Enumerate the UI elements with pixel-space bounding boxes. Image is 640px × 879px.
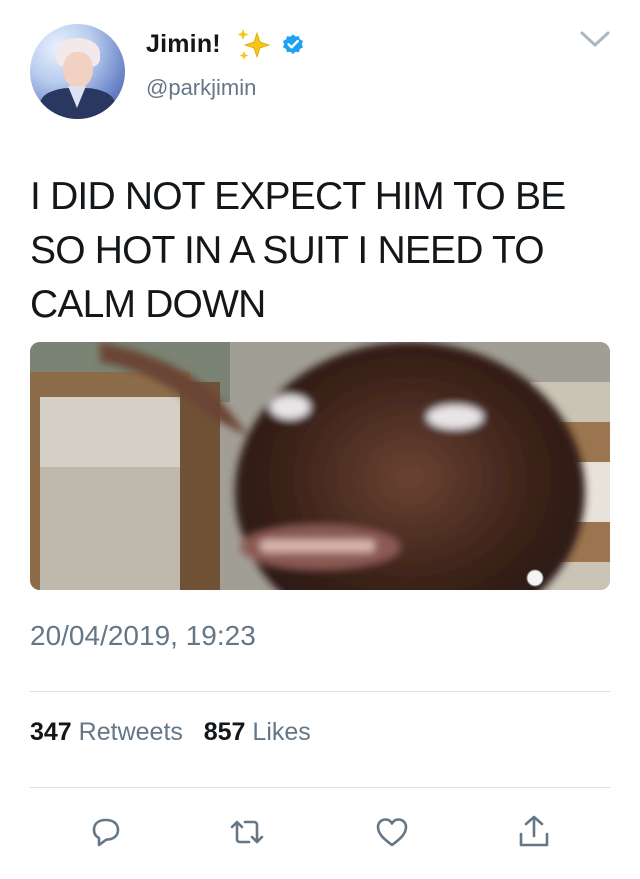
tweet-stats: 347 Retweets 857 Likes [30, 718, 311, 747]
retweet-button[interactable] [227, 812, 267, 852]
reply-icon [92, 818, 120, 847]
share-icon [519, 815, 549, 847]
verified-badge-icon [283, 34, 303, 54]
tweet-text: I DID NOT EXPECT HIM TO BE SO HOT IN A S… [30, 175, 566, 326]
media-photo [30, 342, 610, 590]
retweets-label: Retweets [78, 718, 183, 746]
likes-stat[interactable]: 857 Likes [204, 718, 311, 746]
reply-button[interactable] [86, 812, 126, 852]
sparkles-icon [237, 29, 271, 60]
tweet-timestamp[interactable]: 20/04/2019, 19:23 [30, 620, 256, 652]
avatar[interactable] [30, 24, 125, 119]
bottom-edge [0, 872, 640, 879]
retweets-stat[interactable]: 347 Retweets [30, 718, 190, 746]
user-display-name[interactable]: Jimin! [146, 30, 221, 59]
divider-bottom [30, 787, 610, 788]
chevron-down-icon[interactable] [578, 28, 612, 50]
divider-top [30, 691, 610, 692]
likes-count: 857 [203, 718, 246, 746]
retweets-count: 347 [30, 718, 72, 746]
tweet-media-image[interactable] [30, 342, 610, 590]
heart-icon [376, 818, 408, 847]
like-button[interactable] [372, 812, 412, 852]
user-handle[interactable]: @parkjimin [146, 75, 256, 101]
share-button[interactable] [514, 812, 554, 852]
likes-label: Likes [252, 718, 311, 746]
avatar-face [63, 52, 93, 88]
retweet-icon [230, 820, 264, 844]
